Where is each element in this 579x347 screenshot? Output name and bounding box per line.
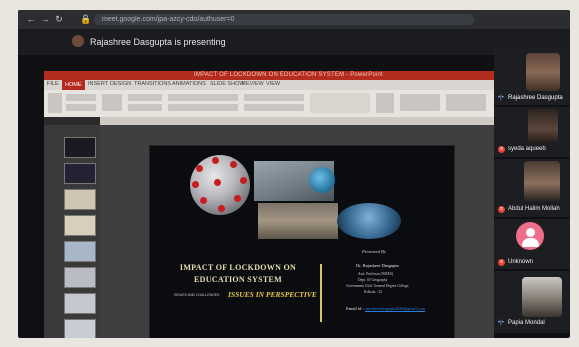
lock-icon: 🔒 (80, 14, 92, 24)
browser-toolbar: ← → ↻ 🔒 meet.google.com/jpa-azcy-cdo/aut… (18, 10, 570, 29)
presenting-banner: Rajashree Dasgupta is presenting (18, 29, 570, 55)
presenter-city: Kolkata - 23 (364, 290, 382, 294)
tab-design[interactable]: DESIGN (110, 81, 131, 87)
photo-background: ← → ↻ 🔒 meet.google.com/jpa-azcy-cdo/aut… (0, 0, 579, 347)
presented-by-label: Presented By (362, 249, 386, 254)
slide-subtitle-small: ISSUES AND CHALLENGES (174, 293, 220, 297)
presenter-dept: Dept. Of Geography (358, 278, 388, 282)
quick-styles-control[interactable] (400, 94, 440, 111)
tab-slide-show[interactable]: SLIDE SHOW (210, 81, 245, 87)
slide-title: IMPACT OF LOCKDOWN ON EDUCATION SYSTEM (179, 263, 297, 284)
slide-thumbnail[interactable] (64, 163, 96, 184)
empty-classroom-image (258, 203, 338, 239)
slide-thumbnail[interactable] (64, 267, 96, 288)
ribbon-control[interactable] (66, 104, 96, 111)
participant-name: Unknown (508, 259, 534, 265)
horizontal-ruler (100, 117, 494, 125)
tab-animations[interactable]: ANIMATIONS (172, 81, 206, 87)
email-link[interactable]: rajashreedasgupta2020@gmail.com (365, 306, 425, 311)
tab-view[interactable]: VIEW (266, 81, 280, 87)
participant-video (526, 53, 560, 91)
participant-tile[interactable]: Rajashree Dasgupta •|• (494, 47, 570, 105)
shapes-gallery[interactable] (310, 93, 370, 113)
slide-subtitle: ISSUES IN PERSPECTIVE (228, 290, 317, 299)
font-style-control[interactable] (168, 104, 238, 111)
arrow-right-icon[interactable]: → (40, 14, 50, 24)
participant-tile[interactable]: ⦸ Abdul Halim Mollah (494, 159, 570, 217)
monitor-screen: ← → ↻ 🔒 meet.google.com/jpa-azcy-cdo/aut… (18, 10, 570, 338)
participant-tile[interactable]: ⦸ syeda aqueeb (494, 107, 570, 157)
participant-tile[interactable]: •|• Papia Mondal (494, 271, 570, 333)
coronavirus-image (190, 155, 250, 215)
presenting-text: Rajashree Dasgupta is presenting (90, 37, 226, 47)
ppt-ribbon-tabs: FILE HOME INSERT DESIGN TRANSITIONS ANIM… (44, 80, 494, 90)
arrange-icon[interactable] (376, 93, 394, 113)
tab-home[interactable]: HOME (62, 80, 85, 90)
participant-video (522, 277, 562, 317)
participant-name: syeda aqueeb (508, 146, 546, 152)
slide-thumbnail[interactable] (64, 293, 96, 314)
slide-canvas: IMPACT OF LOCKDOWN ON EDUCATION SYSTEM I… (100, 125, 494, 338)
current-slide: IMPACT OF LOCKDOWN ON EDUCATION SYSTEM I… (149, 145, 455, 338)
arrow-left-icon[interactable]: ← (26, 14, 36, 24)
paste-icon[interactable] (48, 93, 62, 113)
shared-powerpoint-window: IMPACT OF LOCKDOWN ON EDUCATION SYSTEM -… (44, 71, 494, 338)
address-bar[interactable]: meet.google.com/jpa-azcy-cdo/authuser=0 (94, 14, 474, 25)
participant-name: Papia Mondal (508, 320, 545, 326)
slide-thumbnail[interactable] (64, 215, 96, 236)
slide-thumbnail[interactable] (64, 319, 96, 338)
slide-divider (320, 264, 322, 322)
new-slide-icon[interactable] (102, 94, 122, 111)
mic-muted-icon: ⦸ (498, 146, 505, 153)
paragraph-control[interactable] (244, 94, 304, 101)
ppt-window-title: IMPACT OF LOCKDOWN ON EDUCATION SYSTEM -… (194, 72, 383, 78)
participant-name: Abdul Halim Mollah (508, 206, 560, 212)
avatar (516, 222, 544, 250)
mic-muted-icon: ⦸ (498, 259, 505, 266)
globe-image (309, 167, 335, 193)
slide-thumbnails (44, 125, 100, 338)
mic-muted-icon: ⦸ (498, 206, 505, 213)
participant-video (524, 161, 560, 201)
slide-thumbnail[interactable] (64, 189, 96, 210)
font-control[interactable] (168, 94, 238, 101)
participant-video (528, 109, 558, 143)
participant-name: Rajashree Dasgupta (508, 95, 563, 101)
tab-insert[interactable]: INSERT (88, 81, 108, 87)
ribbon-control[interactable] (66, 94, 96, 101)
layout-control[interactable] (128, 94, 162, 101)
audio-icon: •|• (498, 95, 504, 101)
editing-control[interactable] (446, 94, 486, 111)
ppt-ribbon (44, 90, 494, 117)
email-label: Email id : (346, 306, 364, 311)
presenter-title: Asst. Professor (WBES) (358, 272, 394, 276)
presenter-college: Government Girls' General Degree College… (346, 284, 410, 288)
tab-file[interactable]: FILE (47, 81, 59, 87)
students-image (337, 203, 401, 239)
presenter-name: Dr. Rajashree Dasgupta (356, 263, 399, 268)
tab-transitions[interactable]: TRANSITIONS (134, 81, 171, 87)
reload-icon[interactable]: ↻ (54, 14, 64, 24)
presenter-avatar (72, 35, 84, 47)
text-direction-control[interactable] (244, 104, 304, 111)
slide-thumbnail[interactable] (64, 241, 96, 262)
slide-thumbnail[interactable] (64, 137, 96, 158)
ppt-title-bar: IMPACT OF LOCKDOWN ON EDUCATION SYSTEM -… (44, 71, 494, 80)
section-control[interactable] (128, 104, 162, 111)
tab-review[interactable]: REVIEW (242, 81, 264, 87)
audio-icon: •|• (498, 320, 504, 326)
